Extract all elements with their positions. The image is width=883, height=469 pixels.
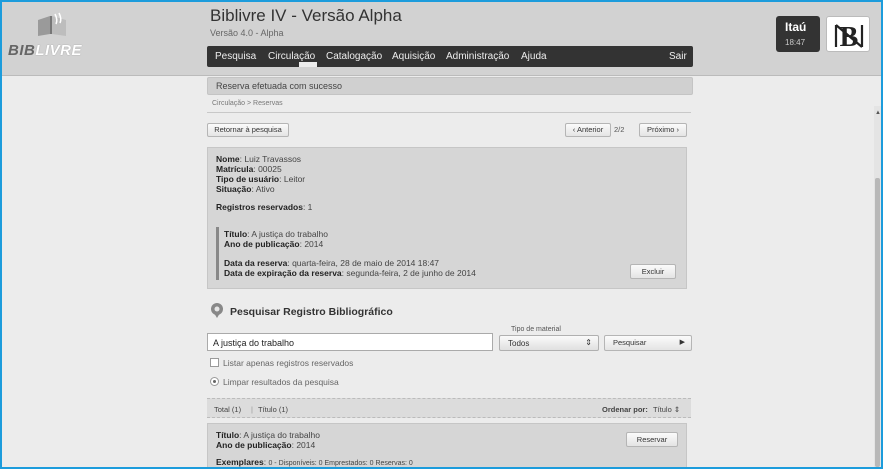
next-button[interactable]: Próximo › [639, 123, 687, 137]
chevron-right-icon: ▶ [679, 339, 685, 346]
clear-results-link[interactable]: Limpar resultados da pesquisa [223, 377, 339, 387]
page-position: 2/2 [614, 125, 625, 134]
location-pin-icon [211, 303, 223, 318]
previous-button[interactable]: ‹ Anterior [565, 123, 611, 137]
clock-time: 18:47 [785, 38, 806, 47]
svg-text:B: B [840, 22, 859, 53]
header: BIBLIVRE Biblivre IV - Versão Alpha Vers… [2, 2, 881, 76]
user-type: Tipo de usuário: Leitor [216, 174, 306, 184]
delete-reservation-button[interactable]: Excluir [630, 264, 676, 279]
monogram-icon: B [834, 22, 864, 53]
material-type-label: Tipo de material [511, 326, 561, 333]
monogram-logo: B [826, 16, 870, 53]
logout-link[interactable]: Sair [669, 51, 687, 62]
material-type-value: Todos [508, 339, 530, 348]
nav-administracao[interactable]: Administração [446, 51, 509, 62]
scrollbar-thumb[interactable] [875, 178, 880, 467]
select-arrows-icon: ⇕ [585, 338, 592, 347]
clear-results-icon[interactable] [210, 377, 219, 386]
search-button[interactable]: Pesquisar ▶ [604, 335, 692, 351]
nav-ajuda[interactable]: Ajuda [521, 51, 547, 62]
result-title: Título: A justiça do trabalho [216, 430, 320, 440]
sort-select[interactable]: Título ⇕ [653, 405, 680, 414]
nav-aquisicao[interactable]: Aquisição [392, 51, 435, 62]
app-window: BIBLIVRE Biblivre IV - Versão Alpha Vers… [2, 2, 881, 467]
only-reserved-label: Listar apenas registros reservados [223, 358, 354, 368]
only-reserved-checkbox[interactable] [210, 358, 219, 367]
result-copies: Exemplares: 0 - Disponíveis: 0 Emprestad… [216, 457, 413, 467]
main-nav: Pesquisa Circulação Catalogação Aquisiçã… [207, 46, 693, 67]
success-alert: Reserva efetuada com sucesso [207, 77, 693, 95]
app-version: Versão 4.0 - Alpha [210, 28, 284, 38]
user-registration: Matrícula: 00025 [216, 164, 282, 174]
divider [207, 112, 691, 113]
search-button-label: Pesquisar [613, 338, 647, 347]
nav-catalogacao[interactable]: Catalogação [326, 51, 382, 62]
user-name: Nome: Luiz Travassos [216, 154, 302, 164]
logo-text: BIBLIVRE [8, 42, 83, 59]
biblivre-logo[interactable]: BIBLIVRE [6, 10, 106, 64]
tab-separator: | [251, 405, 253, 414]
nav-pesquisa[interactable]: Pesquisa [215, 51, 256, 62]
material-type-select[interactable]: Todos ⇕ [499, 335, 599, 351]
scroll-up-icon[interactable]: ▲ [875, 110, 881, 116]
sort-arrows-icon: ⇕ [673, 405, 681, 414]
search-heading: Pesquisar Registro Bibliográfico [230, 306, 393, 318]
reservation-date: Data da reserva: quarta-feira, 28 de mai… [224, 258, 440, 268]
tab-title[interactable]: Título (1) [258, 405, 288, 414]
app-title: Biblivre IV - Versão Alpha [210, 6, 402, 25]
reservation-expiration: Data de expiração da reserva: segunda-fe… [224, 268, 476, 278]
back-to-search-button[interactable]: Retornar à pesquisa [207, 123, 289, 137]
library-name: Itaú [785, 20, 807, 34]
reserve-button[interactable]: Reservar [626, 432, 678, 447]
sort-label: Ordenar por: [602, 405, 648, 414]
nav-circulacao[interactable]: Circulação [268, 51, 315, 62]
active-tab-indicator [299, 62, 317, 67]
alert-message: Reserva efetuada com sucesso [216, 81, 343, 91]
result-year: Ano de publicação: 2014 [216, 440, 316, 450]
book-icon [38, 12, 66, 36]
record-marker [216, 227, 219, 280]
search-query: A justiça do trabalho [213, 338, 295, 348]
reserved-count: Registros reservados: 1 [216, 202, 313, 212]
results-bar: Total (1) | Título (1) Ordenar por: Títu… [207, 398, 691, 418]
tab-total[interactable]: Total (1) [214, 405, 241, 414]
reservation-title: Título: A justiça do trabalho [224, 229, 328, 239]
search-input[interactable]: A justiça do trabalho [207, 333, 493, 351]
user-status: Situação: Ativo [216, 184, 275, 194]
breadcrumb: Circulação > Reservas [212, 100, 283, 107]
reservation-year: Ano de publicação: 2014 [224, 239, 324, 249]
library-badge: Itaú 18:47 [776, 16, 820, 52]
